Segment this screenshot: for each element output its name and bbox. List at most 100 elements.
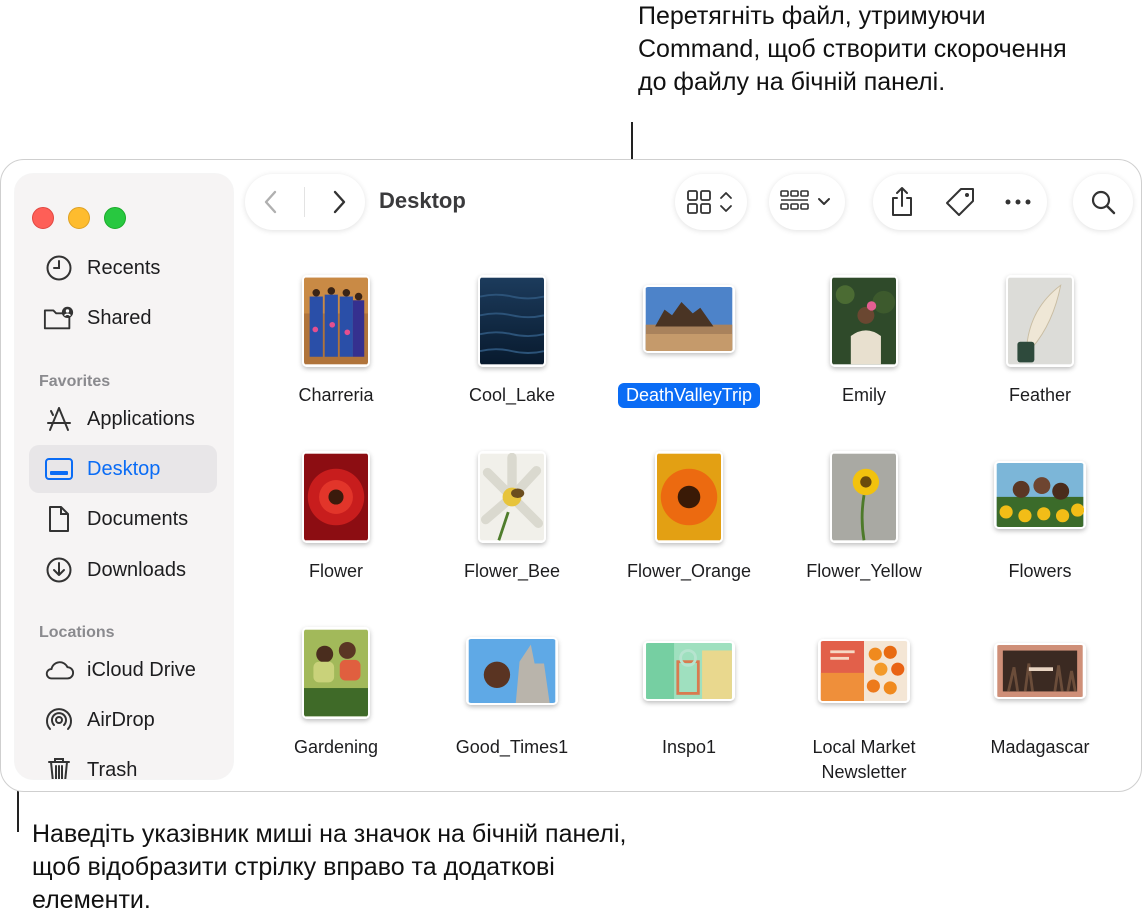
file-thumbnail (302, 451, 370, 543)
callout-top: Перетягніть файл, утримуючи Command, щоб… (638, 2, 1067, 96)
sidebar-item-trash[interactable]: Trash (29, 746, 217, 779)
file-item-flower-bee[interactable]: Flower_Bee (424, 443, 600, 584)
zoom-button[interactable] (104, 207, 126, 229)
file-name: Local Market Newsletter (812, 737, 916, 782)
file-name: Inspo1 (661, 737, 717, 757)
file-thumbnail (302, 627, 370, 719)
file-item-charreria[interactable]: Charreria (248, 267, 424, 408)
file-name: Flower (308, 561, 363, 581)
file-item-emily[interactable]: Emily (776, 267, 952, 408)
callout-bottom: Наведіть указівник миші на значок на біч… (32, 820, 627, 914)
file-thumbnail (478, 451, 546, 543)
more-icon (1005, 199, 1031, 205)
sidebar-item-label: Downloads (87, 558, 186, 581)
file-item-flower-orange[interactable]: Flower_Orange (601, 443, 777, 584)
sidebar-item-label: Recents (87, 256, 161, 279)
file-name: DeathValleyTrip (617, 383, 761, 408)
file-thumbnail (643, 641, 735, 701)
grid-view-icon (687, 190, 732, 214)
desktop-icon (43, 453, 75, 485)
file-thumbnail (1006, 275, 1074, 367)
more-button[interactable] (1000, 184, 1036, 220)
file-item-gardening[interactable]: Gardening (248, 619, 424, 760)
sidebar-item-documents[interactable]: Documents (29, 495, 217, 543)
tag-button[interactable] (942, 184, 978, 220)
file-item-flower-yellow[interactable]: Flower_Yellow (776, 443, 952, 584)
airdrop-icon (43, 704, 75, 736)
file-item-local-market-newsletter[interactable]: Local Market Newsletter (776, 619, 952, 785)
file-thumbnail (655, 451, 723, 543)
file-thumbnail (818, 639, 910, 703)
sidebar-section-favorites: Favorites (39, 373, 111, 390)
share-icon (892, 187, 912, 216)
sidebar-item-downloads[interactable]: Downloads (29, 546, 217, 594)
back-button[interactable] (253, 184, 289, 220)
file-thumbnail (830, 275, 898, 367)
search-button[interactable] (1073, 174, 1133, 230)
file-item-madagascar[interactable]: Madagascar (952, 619, 1128, 760)
group-icon (780, 190, 830, 210)
file-item-cool-lake[interactable]: Cool_Lake (424, 267, 600, 408)
close-button[interactable] (32, 207, 54, 229)
navigation-buttons (245, 174, 365, 230)
file-name: Charreria (298, 385, 374, 405)
sidebar-item-label: AirDrop (87, 708, 155, 731)
sidebar-item-airdrop[interactable]: AirDrop (29, 696, 217, 744)
sidebar-item-label: Applications (87, 407, 195, 430)
file-item-deathvalleytrip[interactable]: DeathValleyTrip (601, 267, 777, 408)
file-thumbnail (302, 275, 370, 367)
applications-icon (43, 403, 75, 435)
sidebar-item-desktop[interactable]: Desktop (29, 445, 217, 493)
finder-window: Recents Shared Favorites Applications De… (0, 159, 1142, 792)
tag-icon (946, 188, 974, 216)
file-item-inspo1[interactable]: Inspo1 (601, 619, 777, 760)
share-button[interactable] (884, 184, 920, 220)
view-mode-button[interactable] (675, 174, 747, 230)
forward-icon (333, 190, 346, 214)
sidebar-item-shared[interactable]: Shared (29, 294, 217, 342)
file-name: Feather (1008, 385, 1072, 405)
sidebar-item-label: Shared (87, 306, 152, 329)
file-thumbnail (994, 461, 1086, 529)
search-icon (1091, 190, 1116, 215)
sidebar-item-recents[interactable]: Recents (29, 244, 217, 292)
group-button[interactable] (769, 174, 845, 230)
file-name: Flower_Orange (626, 561, 752, 581)
sidebar-item-label: Trash (87, 758, 138, 780)
sidebar-item-label: Desktop (87, 457, 161, 480)
sidebar-item-label: iCloud Drive (87, 658, 196, 681)
trash-icon (43, 754, 75, 779)
file-thumbnail (994, 643, 1086, 699)
file-item-flowers[interactable]: Flowers (952, 443, 1128, 584)
file-item-feather[interactable]: Feather (952, 267, 1128, 408)
back-icon (264, 190, 277, 214)
downloads-icon (43, 554, 75, 586)
minimize-button[interactable] (68, 207, 90, 229)
file-name: Good_Times1 (455, 737, 569, 757)
sidebar: Recents Shared Favorites Applications De… (15, 174, 233, 779)
file-name: Emily (842, 385, 886, 405)
shared-folder-icon (43, 302, 75, 334)
file-thumbnail (466, 637, 558, 705)
file-name: Gardening (293, 737, 379, 757)
sidebar-section-locations: Locations (39, 624, 115, 641)
file-name: Cool_Lake (468, 385, 556, 405)
clock-icon (43, 252, 75, 284)
file-name: Flower_Yellow (806, 561, 922, 581)
file-name: Flowers (1008, 561, 1072, 581)
sidebar-item-applications[interactable]: Applications (29, 395, 217, 443)
action-buttons (873, 174, 1047, 230)
file-name: Flower_Bee (463, 561, 561, 581)
file-thumbnail (478, 275, 546, 367)
cloud-icon (43, 654, 75, 686)
sidebar-item-icloud-drive[interactable]: iCloud Drive (29, 646, 217, 694)
window-title: Desktop (379, 188, 466, 213)
document-icon (43, 503, 75, 535)
file-item-flower[interactable]: Flower (248, 443, 424, 584)
sidebar-item-label: Documents (87, 507, 189, 530)
file-thumbnail (643, 285, 735, 353)
file-name: Madagascar (990, 737, 1090, 757)
forward-button[interactable] (321, 184, 357, 220)
file-thumbnail (830, 451, 898, 543)
file-item-good-times1[interactable]: Good_Times1 (424, 619, 600, 760)
